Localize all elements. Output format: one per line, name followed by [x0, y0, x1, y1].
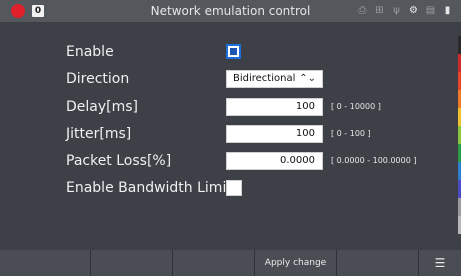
delay-label: Delay[ms]: [66, 99, 139, 115]
storage-icon: ▤: [425, 5, 436, 16]
softkey-5[interactable]: [337, 250, 419, 276]
enable-checkbox[interactable]: [226, 44, 241, 59]
bandwidth-limit-checkbox[interactable]: [226, 180, 242, 196]
jitter-label: Jitter[ms]: [66, 126, 132, 142]
apply-change-button[interactable]: Apply change: [255, 250, 337, 276]
softkey-3[interactable]: [173, 250, 255, 276]
direction-select[interactable]: Bidirectional ⌃⌄: [226, 70, 323, 88]
direction-label: Direction: [66, 71, 130, 87]
packet-loss-input[interactable]: 0.0000: [226, 152, 323, 170]
menu-icon[interactable]: ☰: [419, 250, 461, 276]
softkey-2[interactable]: [91, 250, 173, 276]
delay-input[interactable]: 100: [226, 98, 323, 116]
jitter-input[interactable]: 100: [226, 125, 323, 143]
printer-icon: ⎙: [358, 5, 367, 16]
title-bar: 0 Network emulation control ⎙ ⊞ ψ ⚙ ▤ ▮: [0, 0, 461, 22]
updown-chevron-icon: ⌃⌄: [299, 73, 316, 84]
bandwidth-limit-label: Enable Bandwidth Limit: [66, 180, 232, 196]
delay-range: [ 0 - 10000 ]: [331, 102, 381, 111]
wrench-icon: ⚙: [409, 5, 418, 16]
softkey-bar: Apply change ☰: [0, 250, 461, 276]
packet-loss-label: Packet Loss[%]: [66, 153, 172, 169]
battery-icon: ▮: [444, 5, 451, 16]
network-emulation-screen: 0 Network emulation control ⎙ ⊞ ψ ⚙ ▤ ▮ …: [0, 0, 461, 276]
status-icons: ⎙ ⊞ ψ ⚙ ▤ ▮: [357, 4, 453, 18]
network-icon: ⊞: [375, 5, 384, 16]
direction-value: Bidirectional: [233, 73, 296, 84]
enable-label: Enable: [66, 44, 114, 60]
checkbox-check-icon: [230, 48, 237, 55]
packet-loss-range: [ 0.0000 - 100.0000 ]: [331, 156, 417, 165]
usb-icon: ψ: [393, 5, 400, 16]
jitter-range: [ 0 - 100 ]: [331, 129, 371, 138]
softkey-1[interactable]: [0, 250, 91, 276]
